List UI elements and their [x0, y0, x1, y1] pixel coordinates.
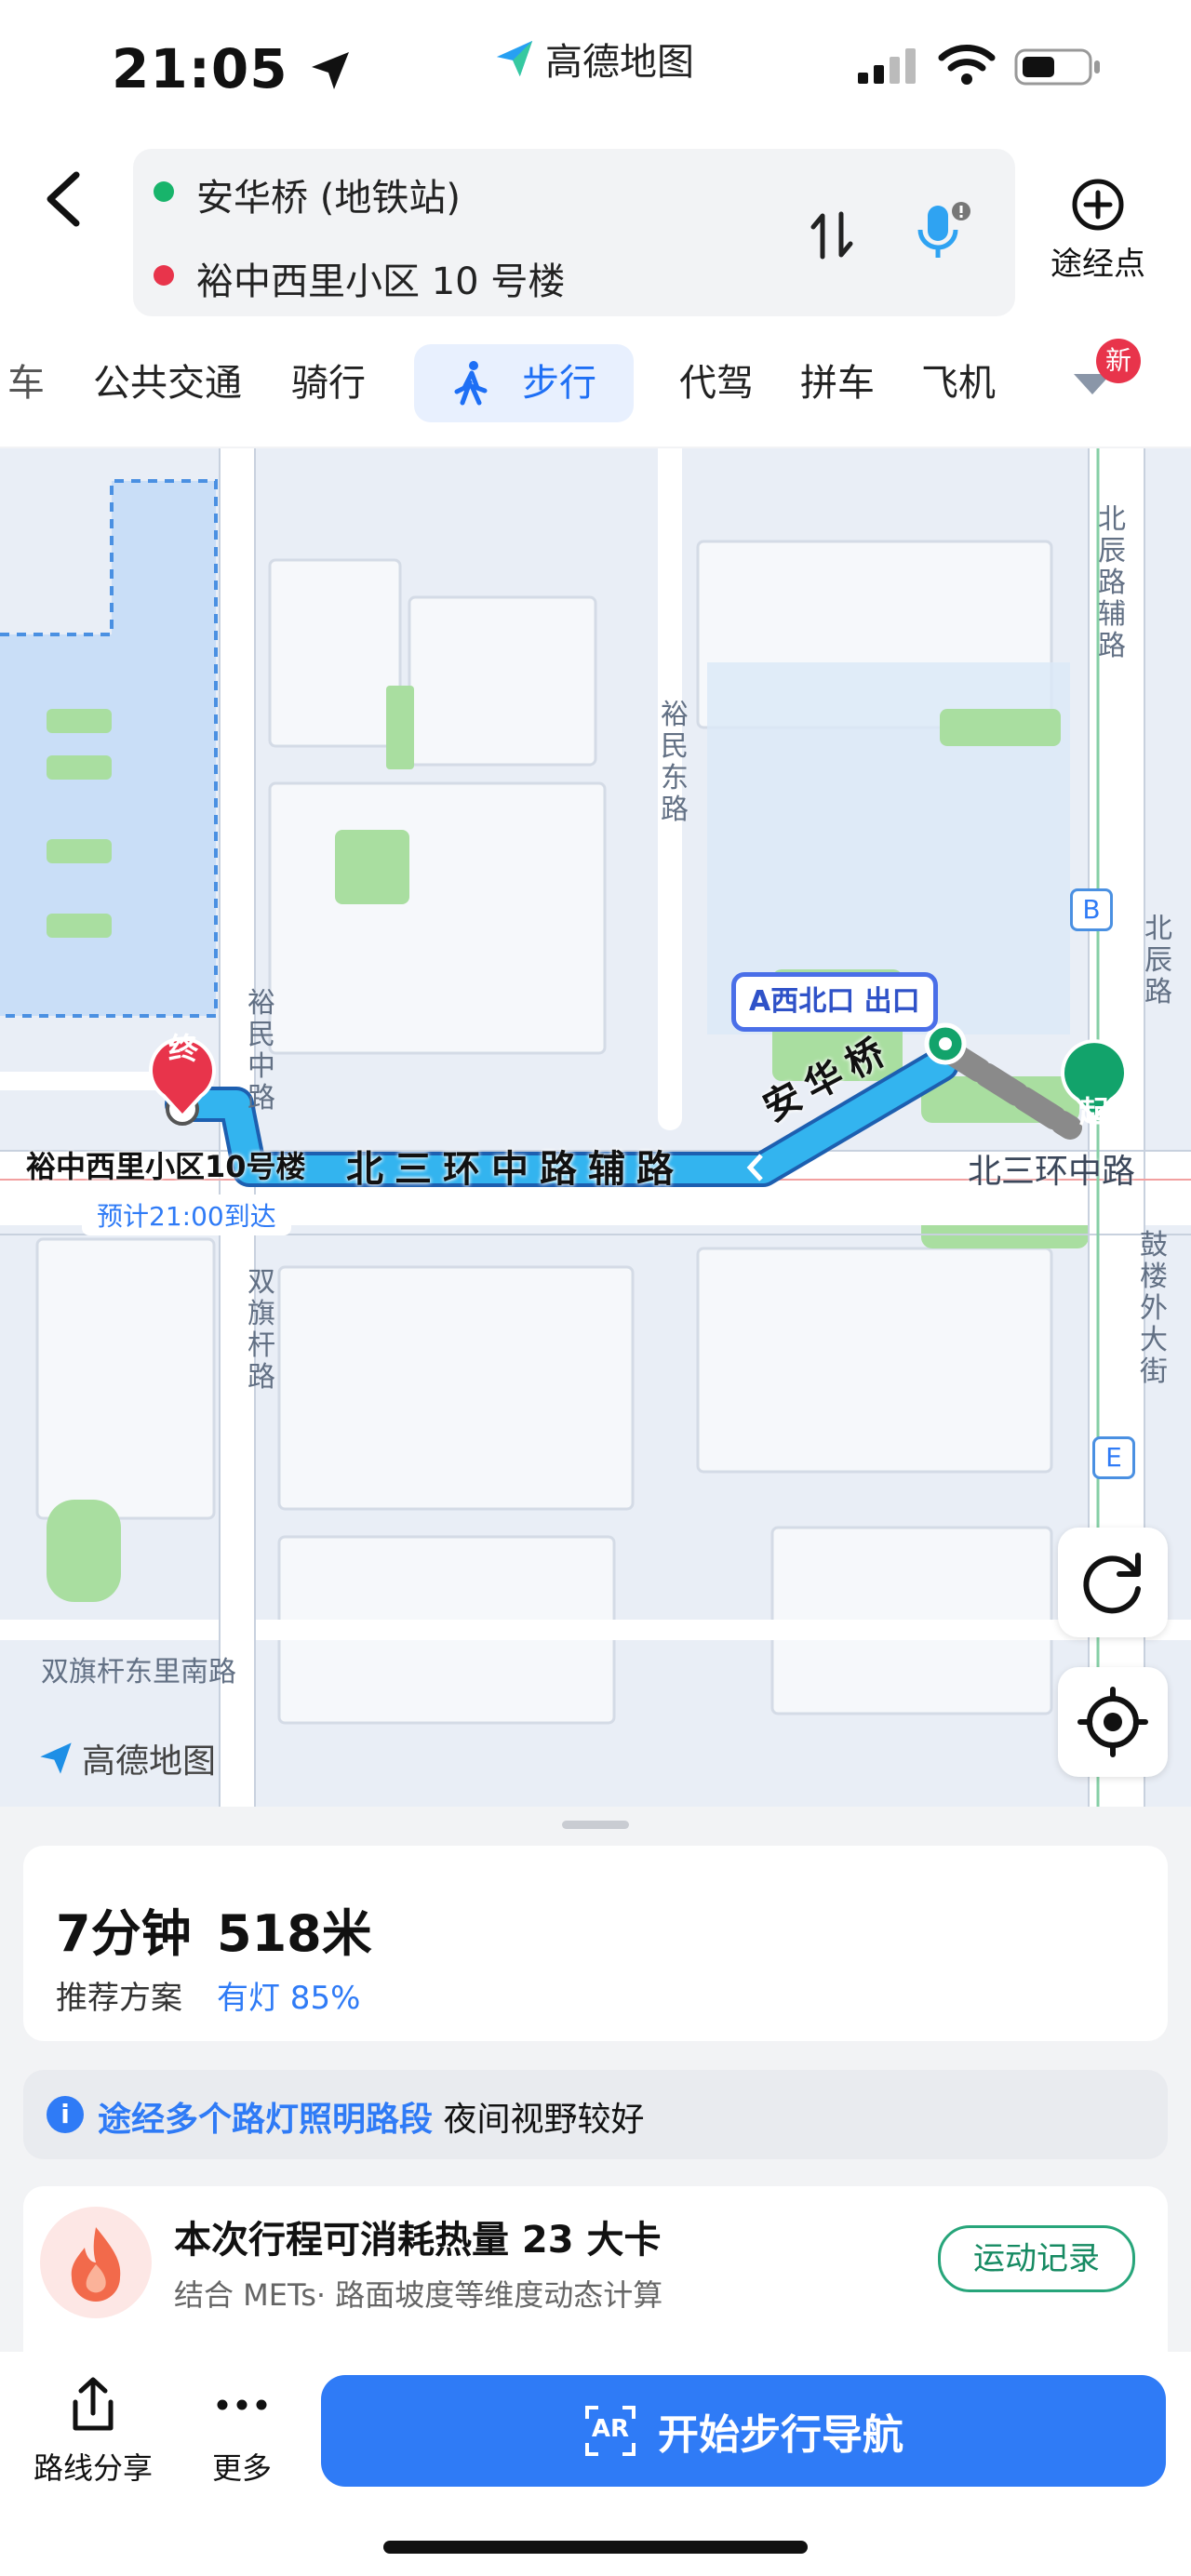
notice-highlight: 途经多个路灯照明路段 [98, 2101, 434, 2139]
tab-car[interactable]: 车 [7, 344, 45, 422]
route-summary-card[interactable]: 7分钟 518米 推荐方案 有灯 85% [23, 1846, 1168, 2041]
exit-b-marker[interactable]: B [1070, 888, 1113, 931]
tab-walking[interactable]: 步行 [414, 344, 634, 422]
more-label: 更多 [211, 2450, 272, 2486]
tab-cycling[interactable]: 骑行 [291, 344, 366, 422]
map-view[interactable]: 终 起 北辰路辅路 裕民东路 裕民中路 北辰路 双旗杆路 鼓楼外大街 双旗杆东里… [0, 448, 1191, 1807]
watermark-text: 高德地图 [82, 1742, 217, 1781]
refresh-route-button[interactable] [1058, 1528, 1168, 1637]
tab-carpool[interactable]: 拼车 [800, 344, 875, 422]
route-road-label: 北三环中路辅路 [346, 1148, 685, 1191]
walking-person-icon [454, 361, 488, 406]
start-walking-navigation-button[interactable]: AR 开始步行导航 [321, 2375, 1166, 2487]
destination-map-label: 裕中西里小区10号楼 [26, 1149, 306, 1184]
waypoint-button[interactable]: 途经点 [1047, 177, 1149, 284]
crosshair-icon [1077, 1687, 1148, 1757]
origin-dot [154, 181, 174, 202]
ar-text: AR [591, 2415, 630, 2443]
chevron-left-icon [47, 171, 80, 227]
add-circle-icon [1072, 179, 1124, 231]
amap-logo-icon [40, 1742, 72, 1774]
road-label-beichen: 北辰路 [1144, 913, 1172, 1008]
exit-e-marker[interactable]: E [1092, 1436, 1135, 1479]
exit-callout[interactable]: A西北口 出口 [731, 972, 938, 1032]
location-arrow-icon [311, 52, 349, 89]
road-label-shuangqi-south: 双旗杆东里南路 [41, 1656, 236, 1688]
calories-card: 本次行程可消耗热量 23 大卡 结合 METs· 路面坡度等维度动态计算 运动记… [23, 2186, 1168, 2372]
brand-text: 高德地图 [545, 41, 694, 84]
share-route-button[interactable]: 路线分享 [28, 2374, 158, 2488]
app-brand: 高德地图 [493, 32, 694, 86]
new-badge: 新 [1096, 339, 1141, 383]
sports-record-button[interactable]: 运动记录 [938, 2225, 1135, 2292]
road-label-yumin-mid: 裕民中路 [248, 987, 275, 1114]
duration: 7分钟 [56, 1904, 192, 1963]
calories-subtitle: 结合 METs· 路面坡度等维度动态计算 [174, 2277, 663, 2313]
road-label-shuangqi: 双旗杆路 [248, 1266, 275, 1394]
more-dots-icon [217, 2399, 267, 2410]
more-button[interactable]: 更多 [186, 2374, 298, 2488]
wifi-icon [938, 43, 996, 89]
origin-field[interactable]: 安华桥 (地铁站) [196, 167, 461, 221]
waypoint-label: 途经点 [1050, 246, 1145, 283]
road-label-beichen-aux: 北辰路辅路 [1098, 503, 1126, 662]
home-indicator[interactable] [383, 2541, 808, 2554]
battery-icon [1014, 48, 1104, 89]
ar-icon: AR [583, 2404, 637, 2458]
locate-me-button[interactable] [1058, 1667, 1168, 1777]
voice-input-button[interactable] [917, 200, 972, 271]
lighting-notice: i 途经多个路灯照明路段 夜间视野较好 [23, 2070, 1168, 2159]
route-detail-sheet: 7分钟 518米 推荐方案 有灯 85% i 途经多个路灯照明路段 夜间视野较好… [0, 1807, 1191, 2372]
distance: 518米 [217, 1904, 372, 1963]
plan-label: 推荐方案 [56, 1980, 182, 2017]
share-icon [73, 2377, 114, 2431]
start-pin-label: 起 [1078, 1094, 1109, 1129]
amap-logo-icon [496, 40, 533, 77]
map-canvas [0, 448, 1191, 1807]
info-icon: i [47, 2096, 84, 2133]
calories-title: 本次行程可消耗热量 23 大卡 [174, 2219, 662, 2262]
tab-walking-label: 步行 [522, 362, 596, 405]
destination-field[interactable]: 裕中西里小区 10 号楼 [196, 251, 565, 305]
refresh-icon [1083, 1553, 1141, 1614]
transport-mode-tabs: 车 公共交通 骑行 步行 代驾 拼车 飞机 新 [0, 339, 1191, 428]
back-button[interactable] [37, 156, 93, 240]
tab-flight[interactable]: 飞机 [921, 344, 996, 422]
clock: 21:05 [112, 37, 353, 100]
end-pin-label: 终 [167, 1031, 198, 1066]
cellular-signal-icon [856, 45, 921, 89]
start-navigation-label: 开始步行导航 [658, 2411, 903, 2459]
time-text: 21:05 [112, 37, 288, 100]
swap-arrows-icon [810, 211, 853, 260]
eta-label: 预计21:00到达 [82, 1195, 291, 1235]
north-third-ring-label: 北三环中路 [968, 1153, 1136, 1191]
lights-label: 有灯 85% [217, 1980, 361, 2017]
notice-text: 夜间视野较好 [443, 2101, 645, 2139]
sheet-handle[interactable] [562, 1821, 629, 1829]
road-label-yumin-east: 裕民东路 [661, 699, 689, 826]
map-watermark: 高德地图 [37, 1734, 216, 1782]
route-input-box: 安华桥 (地铁站) 裕中西里小区 10 号楼 [133, 149, 1015, 316]
share-route-label: 路线分享 [33, 2450, 153, 2486]
swap-button[interactable] [810, 210, 856, 264]
destination-dot [154, 265, 174, 286]
road-label-gulou: 鼓楼外大街 [1140, 1229, 1168, 1388]
tab-chauffeur[interactable]: 代驾 [679, 344, 754, 422]
flame-icon [40, 2207, 152, 2318]
microphone-icon [917, 202, 970, 258]
tab-public-transit[interactable]: 公共交通 [93, 344, 242, 422]
